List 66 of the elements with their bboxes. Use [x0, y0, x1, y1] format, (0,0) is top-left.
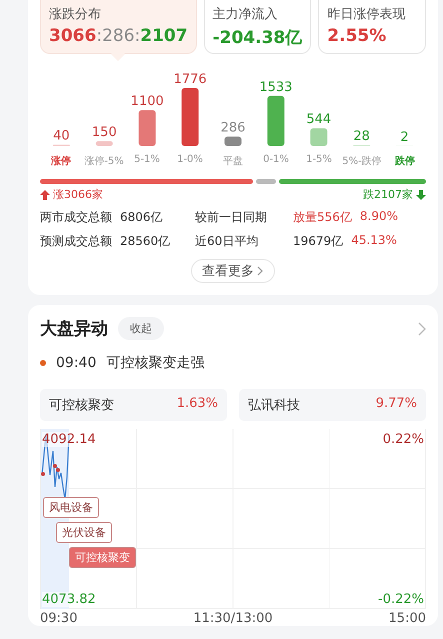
time-label: 11:30/13:00 [193, 611, 273, 626]
sector-name: 弘讯科技 [248, 397, 300, 414]
event-time: 09:40 [56, 355, 96, 371]
bar-category: 涨停-5% [83, 154, 125, 168]
flat-segment [256, 179, 276, 184]
sector-tag[interactable]: 风电设备 [43, 497, 99, 518]
tab-value-part: : [134, 26, 140, 46]
stat-value: 19679亿 [293, 233, 344, 250]
tab-value-part: 286 [102, 26, 135, 46]
down-arrow-icon [416, 190, 426, 200]
see-more-button[interactable]: 查看更多 [191, 259, 275, 283]
bar-value: 28 [353, 129, 370, 144]
summary-tab[interactable]: 主力净流入 -204.38亿 [204, 0, 312, 54]
sector-card[interactable]: 可控核聚变 1.63% [40, 389, 227, 421]
bar-category: 1-5% [305, 154, 333, 167]
sector-change: 9.77% [376, 396, 417, 413]
bar-value: 286 [220, 120, 246, 136]
bar-category: 5%-跌停 [341, 154, 383, 168]
price-high: 4092.14 [42, 432, 96, 447]
time-label: 09:30 [40, 611, 78, 626]
stat-label: 较前一日同期 [195, 209, 268, 226]
collapse-button[interactable]: 收起 [118, 317, 164, 340]
section-title: 大盘异动 [40, 318, 108, 340]
stat-percent: 45.13% [351, 233, 397, 249]
bar-category: 跌停 [394, 154, 416, 168]
chevron-icon [257, 266, 264, 276]
stat-label: 两市成交总额 [40, 209, 112, 226]
sector-name: 可控核聚变 [49, 397, 114, 414]
stat-label: 预测成交总额 [40, 233, 112, 250]
fall-count: 跌2107家 [363, 187, 413, 202]
event-dot [40, 360, 46, 366]
bar-category: 平盘 [222, 155, 244, 168]
rise-count: 涨3066家 [53, 187, 103, 202]
stat-value: 6806亿 [120, 209, 163, 226]
tab-value-part: : [96, 26, 102, 46]
tab-value: -204.38亿 [212, 27, 302, 49]
bar-value: 1533 [259, 80, 292, 95]
time-label: 15:00 [388, 611, 426, 626]
price-low: 4073.82 [42, 592, 96, 607]
chevron-icon[interactable] [418, 322, 426, 336]
tab-title: 涨跌分布 [49, 6, 102, 23]
tab-value-part: 3066 [49, 26, 96, 46]
sector-card[interactable]: 弘讯科技 9.77% [239, 389, 426, 421]
bar-category: 0-1% [262, 154, 290, 167]
bar-category: 5-1% [133, 154, 161, 167]
tab-value: 2.55% [327, 26, 388, 46]
tab-value-part: 2107 [140, 26, 188, 46]
event-text: 可控核聚变走强 [106, 354, 204, 372]
summary-tab[interactable]: 昨日涨停表现 2.55% [318, 0, 426, 54]
bar-value: 544 [306, 112, 332, 128]
bar-category: 1-0% [176, 154, 204, 167]
stat-percent: 8.90% [360, 209, 398, 225]
bar-value: 40 [53, 128, 70, 144]
stat-value: 28560亿 [120, 233, 170, 250]
stat-value: 放量556亿 [293, 209, 352, 226]
bar-value: 1776 [174, 72, 207, 87]
bar-value: 150 [92, 125, 117, 140]
up-arrow-icon [40, 190, 50, 200]
sector-tag[interactable]: 光伏设备 [56, 522, 112, 543]
bar-category: 涨停 [50, 154, 72, 168]
bar-value: 1100 [130, 94, 164, 110]
sector-change: 1.63% [176, 396, 218, 413]
stat-label: 近60日平均 [195, 233, 260, 250]
tab-title: 昨日涨停表现 [327, 6, 406, 23]
bar-value: 2 [400, 130, 409, 145]
tab-title: 主力净流入 [212, 6, 279, 23]
